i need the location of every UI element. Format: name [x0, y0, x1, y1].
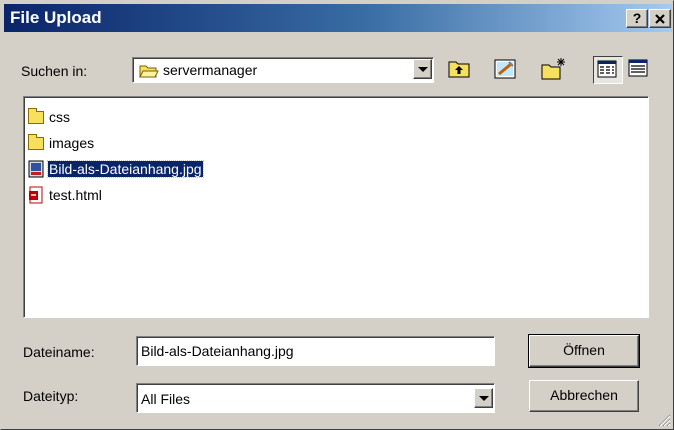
- lookin-value: servermanager: [163, 62, 258, 78]
- cancel-button[interactable]: Abbrechen: [529, 380, 639, 412]
- lookin-dropdown-arrow[interactable]: [413, 59, 432, 79]
- list-item-folder[interactable]: css: [28, 107, 71, 127]
- file-list[interactable]: css images Bild-als-Dateianhang.jpg test…: [23, 96, 649, 318]
- list-item-label: images: [49, 135, 95, 151]
- folder-icon: [28, 133, 44, 150]
- desktop-button[interactable]: [491, 56, 521, 84]
- open-folder-icon: [139, 65, 159, 78]
- list-item-file[interactable]: test.html: [28, 185, 103, 205]
- new-folder-icon: [541, 58, 565, 80]
- filetype-dropdown-arrow[interactable]: [474, 388, 493, 408]
- title-bar[interactable]: File Upload ?: [4, 4, 672, 32]
- html-file-icon: [29, 186, 43, 204]
- up-folder-icon: [448, 61, 470, 78]
- filename-label: Dateiname:: [23, 344, 95, 360]
- details-view-icon: [628, 59, 648, 77]
- filetype-value: All Files: [141, 391, 191, 407]
- window-title: File Upload: [10, 8, 102, 27]
- list-item-label: Bild-als-Dateianhang.jpg: [47, 160, 204, 178]
- list-item-folder[interactable]: images: [28, 133, 95, 153]
- close-icon: [655, 14, 665, 24]
- filetype-combo[interactable]: All Files: [136, 383, 495, 413]
- new-folder-button[interactable]: [539, 56, 569, 84]
- desktop-icon: [494, 59, 516, 79]
- folder-icon: [28, 107, 44, 124]
- filetype-label: Dateityp:: [23, 388, 79, 404]
- resize-grip-icon[interactable]: [657, 413, 671, 427]
- list-item-label: css: [49, 109, 70, 125]
- help-button[interactable]: ?: [626, 9, 648, 28]
- filename-value: Bild-als-Dateianhang.jpg: [141, 343, 294, 359]
- open-button[interactable]: Öffnen: [528, 334, 640, 368]
- list-view-icon: [597, 60, 617, 78]
- filename-input[interactable]: Bild-als-Dateianhang.jpg: [136, 336, 495, 366]
- list-view-button[interactable]: [593, 56, 623, 84]
- image-file-icon: [28, 160, 44, 178]
- up-one-level-button[interactable]: [445, 56, 475, 84]
- close-button[interactable]: [649, 9, 671, 28]
- list-item-label: test.html: [49, 187, 102, 203]
- lookin-label: Suchen in:: [21, 63, 88, 79]
- file-upload-dialog: File Upload ? Suchen in: servermanager c…: [0, 0, 674, 430]
- details-view-button[interactable]: [625, 56, 655, 84]
- list-item-file-selected[interactable]: Bild-als-Dateianhang.jpg: [28, 159, 204, 179]
- lookin-combo[interactable]: servermanager: [132, 57, 434, 83]
